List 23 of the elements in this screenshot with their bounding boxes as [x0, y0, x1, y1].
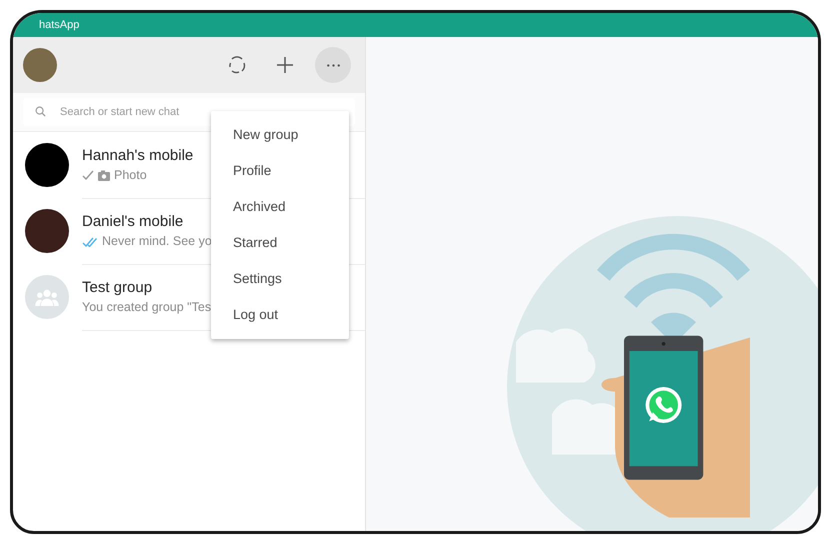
window-title: hatsApp — [39, 19, 80, 31]
menu-item[interactable]: Archived — [211, 189, 349, 225]
menu-item[interactable]: Log out — [211, 297, 349, 333]
photo-placeholder — [25, 209, 69, 253]
menu-item[interactable]: Profile — [211, 153, 349, 189]
status-icon — [227, 55, 247, 75]
menu-item[interactable]: Settings — [211, 261, 349, 297]
profile-photo-placeholder[interactable] — [23, 48, 57, 82]
menu-item[interactable]: Starred — [211, 225, 349, 261]
message-preview: You created group "Tes — [82, 300, 212, 314]
group-icon — [35, 288, 59, 306]
message-preview: Never mind. See yo — [102, 234, 212, 248]
contact-name: Hannah's mobile — [82, 147, 194, 164]
contact-name: Test group — [82, 279, 152, 296]
search-icon — [35, 106, 46, 117]
double-check-icon — [82, 236, 98, 246]
camera-icon — [98, 170, 110, 180]
photo-placeholder — [25, 143, 69, 187]
contact-name: Daniel's mobile — [82, 213, 184, 230]
message-preview: Photo — [114, 168, 147, 182]
plus-icon — [275, 55, 295, 75]
check-icon — [82, 170, 94, 180]
more-options-icon — [326, 64, 340, 66]
